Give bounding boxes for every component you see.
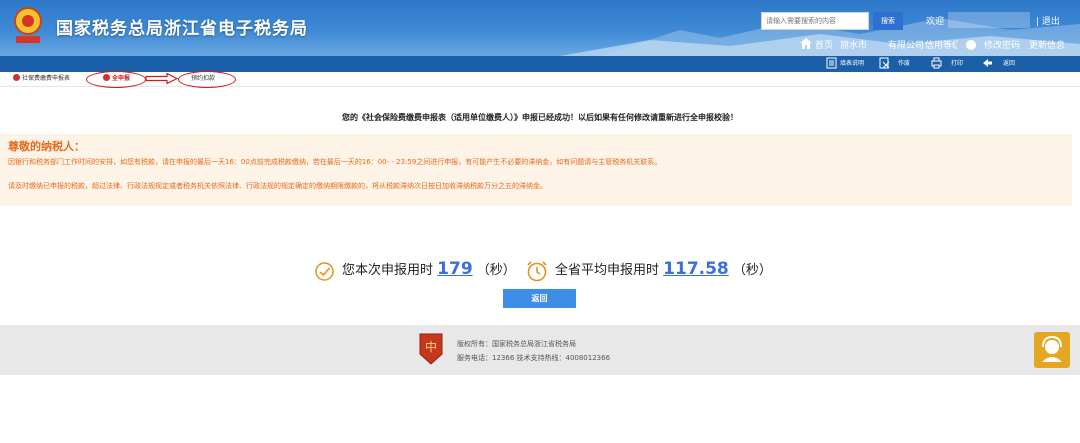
- annotation-arrow-icon: [145, 73, 178, 84]
- void-button[interactable]: 作废: [898, 58, 910, 70]
- check-circle-icon: [315, 262, 334, 281]
- success-message: 您的《社会保险费缴费申报表（适用单位缴费人）》申报已经成功！以后如果有任何修改请…: [342, 113, 738, 122]
- avg-duration-label: 全省平均申报用时: [555, 263, 660, 278]
- avg-duration: 全省平均申报用时 117.58 （秒）: [555, 259, 772, 279]
- logout-label: 退出: [1041, 17, 1060, 27]
- annotation-ellipse: [178, 71, 236, 88]
- avg-duration-unit: （秒）: [732, 263, 772, 278]
- notice-panel: 尊敬的纳税人： 因银行和税务部门工作时间的安排，如您有税款，请在申报的最后一天1…: [0, 134, 1072, 206]
- tab-label: 社保费缴费申报表: [22, 75, 71, 82]
- svg-text:中: 中: [425, 339, 437, 354]
- user-name-field: [948, 12, 1030, 28]
- back-toolbar-button[interactable]: 返回: [1003, 58, 1015, 70]
- this-duration-unit: （秒）: [476, 263, 516, 278]
- welcome-text: 欢迎: [926, 17, 945, 27]
- void-icon: [879, 57, 890, 69]
- footer-copyright: 版权所有：国家税务总局浙江省税务局: [457, 340, 576, 348]
- tax-emblem-icon: [14, 7, 42, 43]
- site-title: 国家税务总局浙江省电子税务局: [56, 19, 308, 39]
- notice-line: 因银行和税务部门工作时间的安排，如您有税款，请在申报的最后一天16：00点前完成…: [8, 158, 662, 166]
- customer-service-icon[interactable]: [1034, 332, 1070, 368]
- nav-change-password[interactable]: 修改密码: [984, 38, 1020, 51]
- print-icon: [931, 57, 942, 69]
- nav-home-link[interactable]: 首页: [815, 38, 833, 51]
- this-duration-label: 您本次申报用时: [342, 263, 434, 278]
- nav-company: 有限公司: [888, 41, 925, 51]
- nav-city: 丽水市: [840, 41, 868, 51]
- nav-more-info[interactable]: 更新信息: [1029, 38, 1065, 51]
- tab-social-insurance-form[interactable]: 社保费缴费申报表: [13, 74, 70, 84]
- footer-hotline: 服务电话：12366 技术支持热线：4008012366: [457, 354, 611, 362]
- logout-link[interactable]: | 退出: [1036, 14, 1060, 27]
- avg-duration-value: 117.58: [663, 259, 729, 279]
- document-icon: [826, 57, 837, 69]
- tax-shield-logo-icon: 中: [419, 333, 443, 365]
- annotation-ellipse: [86, 71, 146, 88]
- search-button[interactable]: 搜索: [873, 12, 903, 30]
- notice-title: 尊敬的纳税人：: [8, 140, 85, 153]
- separator: |: [1036, 17, 1040, 27]
- back-arrow-icon: [983, 59, 992, 67]
- action-toolbar: 填表说明 作废 打印 返回: [0, 56, 1080, 72]
- print-button[interactable]: 打印: [951, 58, 963, 70]
- fill-instructions-button[interactable]: 填表说明: [840, 58, 864, 70]
- this-duration: 您本次申报用时 179 （秒）: [342, 259, 516, 279]
- notice-line: 请及时缴纳已申报的税款，超过法律、行政法规规定或者税务机关依照法律、行政法规的规…: [8, 182, 547, 190]
- tab-gear-icon: [13, 74, 20, 81]
- home-icon: [800, 38, 812, 49]
- credit-toggle[interactable]: [956, 40, 976, 50]
- header-banner: 国家税务总局浙江省电子税务局 搜索 欢迎 | 退出 首页 丽水市 有限公司 信用…: [0, 0, 1080, 56]
- back-button[interactable]: 返回: [503, 289, 576, 308]
- search-input[interactable]: [761, 12, 869, 30]
- this-duration-value: 179: [437, 259, 473, 279]
- footer: [0, 325, 1080, 375]
- alarm-clock-icon: [527, 261, 547, 282]
